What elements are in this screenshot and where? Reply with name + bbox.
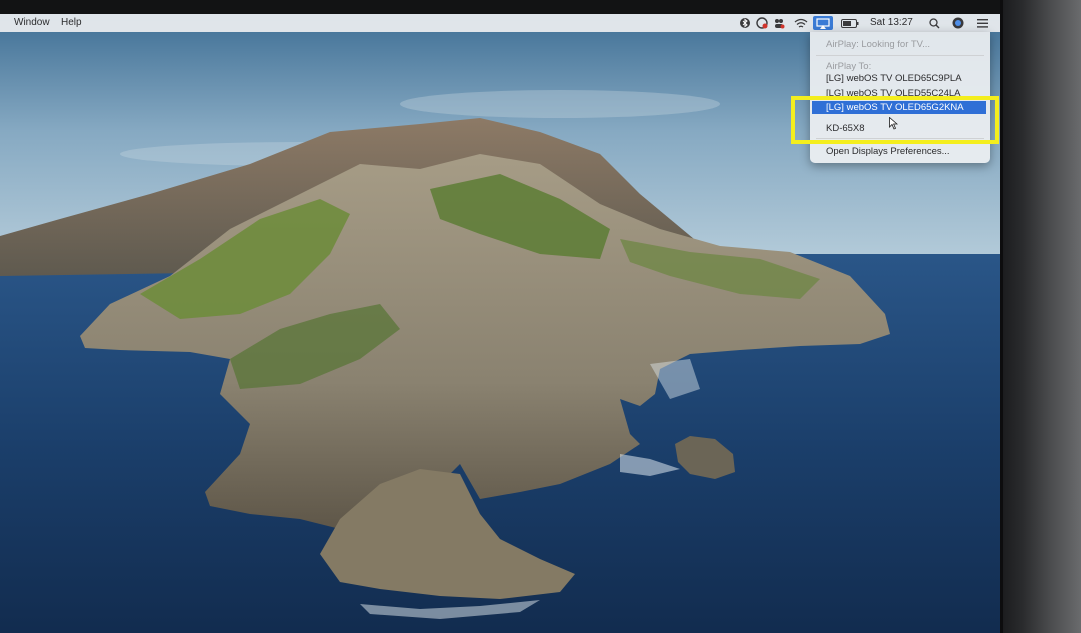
airplay-icon[interactable] xyxy=(813,16,833,30)
bluetooth-icon[interactable] xyxy=(738,16,752,30)
airplay-status: AirPlay: Looking for TV... xyxy=(826,39,931,50)
menu-window[interactable]: Window xyxy=(14,17,50,28)
sync-icon[interactable] xyxy=(755,16,769,30)
search-icon[interactable] xyxy=(927,16,941,30)
airplay-to-label: AirPlay To: xyxy=(826,61,872,72)
bezel-top xyxy=(0,0,1081,14)
menu-clock[interactable]: Sat 13:27 xyxy=(870,17,913,28)
mouse-cursor-icon xyxy=(889,117,898,130)
wifi-icon[interactable] xyxy=(793,16,809,30)
user-switch-icon[interactable] xyxy=(772,16,786,30)
battery-icon[interactable] xyxy=(840,16,860,30)
siri-icon[interactable] xyxy=(951,16,965,30)
bezel-right xyxy=(1003,0,1081,633)
menu-help[interactable]: Help xyxy=(61,17,82,28)
menu-separator xyxy=(816,55,984,56)
menu-list-icon[interactable] xyxy=(975,16,989,30)
menu-bar: Window Help Sat 13:27 xyxy=(0,14,1001,32)
screen: Window Help Sat 13:27 AirPlay: Looking f… xyxy=(0,14,1001,633)
open-displays-preferences[interactable]: Open Displays Preferences... xyxy=(826,146,950,157)
airplay-device-item[interactable]: [LG] webOS TV OLED65C9PLA xyxy=(826,73,962,84)
